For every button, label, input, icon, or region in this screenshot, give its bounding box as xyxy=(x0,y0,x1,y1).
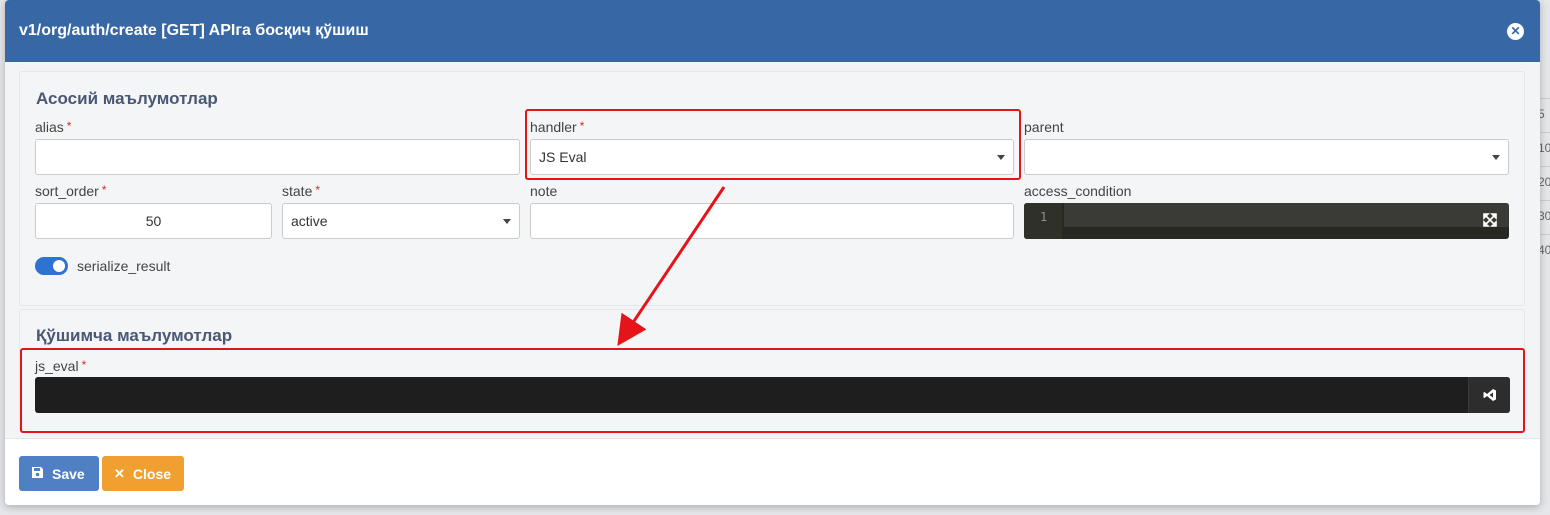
section-main-info: Асосий маълумотлар alias * handler * JS Ev… xyxy=(19,71,1525,306)
state-select[interactable]: active xyxy=(282,203,520,239)
section-extra-title: Қўшимча маълумотлар xyxy=(36,326,233,345)
state-label: state * xyxy=(282,183,321,199)
save-label: Save xyxy=(52,465,85,482)
parent-select[interactable] xyxy=(1024,139,1509,175)
caret-down-icon xyxy=(503,219,511,224)
modal-footer: Save ✕ Close xyxy=(5,438,1540,505)
active-code-line xyxy=(1064,203,1509,227)
save-button[interactable]: Save xyxy=(19,456,99,491)
note-label: note xyxy=(530,183,558,199)
sort-order-field: sort_order * 50 xyxy=(35,183,272,239)
access-condition-field: access_condition 1 xyxy=(1024,183,1509,239)
modal-title: v1/org/auth/create [GET] APIга босқич қў… xyxy=(19,22,369,39)
handler-label: handler * xyxy=(530,119,585,135)
js-eval-editor[interactable] xyxy=(35,377,1510,413)
note-input[interactable] xyxy=(530,203,1014,239)
handler-value: JS Eval xyxy=(539,149,587,165)
js-eval-field: js_eval * xyxy=(35,358,1510,414)
alias-label: alias * xyxy=(35,119,72,135)
close-button[interactable]: ✕ Close xyxy=(102,456,184,491)
handler-field: handler * JS Eval xyxy=(530,119,1014,175)
caret-down-icon xyxy=(997,155,1005,160)
parent-label: parent xyxy=(1024,119,1064,135)
add-step-modal: v1/org/auth/create [GET] APIга босқич қў… xyxy=(5,0,1540,505)
handler-select[interactable]: JS Eval xyxy=(530,139,1014,175)
sort-order-label: sort_order * xyxy=(35,183,107,199)
section-main-title: Асосий маълумотлар xyxy=(36,89,218,108)
serialize-result-label: serialize_result xyxy=(77,258,171,274)
parent-field: parent xyxy=(1024,119,1509,175)
section-extra-info: Қўшимча маълумотлар js_eval * xyxy=(19,309,1525,433)
state-field: state * active xyxy=(282,183,520,239)
sort-order-input[interactable]: 50 xyxy=(35,203,272,239)
expand-icon[interactable] xyxy=(1483,213,1497,227)
modal-header: v1/org/auth/create [GET] APIга босқич қў… xyxy=(5,0,1540,62)
state-value: active xyxy=(291,213,328,229)
close-circle-icon[interactable]: ✕ xyxy=(1507,23,1524,40)
x-icon: ✕ xyxy=(114,465,125,481)
alias-field: alias * xyxy=(35,119,520,175)
serialize-result-toggle[interactable] xyxy=(35,257,68,275)
access-condition-label: access_condition xyxy=(1024,183,1132,199)
access-condition-editor[interactable]: 1 xyxy=(1024,203,1509,239)
floppy-icon xyxy=(31,466,44,482)
js-eval-label: js_eval * xyxy=(35,358,87,374)
modal-body: Асосий маълумотлар alias * handler * JS Ev… xyxy=(5,62,1540,438)
line-number-gutter: 1 xyxy=(1024,203,1062,239)
alias-input[interactable] xyxy=(35,139,520,175)
close-label: Close xyxy=(132,465,172,482)
note-field: note xyxy=(530,183,1014,239)
vscode-icon[interactable] xyxy=(1468,377,1510,413)
caret-down-icon xyxy=(1492,155,1500,160)
